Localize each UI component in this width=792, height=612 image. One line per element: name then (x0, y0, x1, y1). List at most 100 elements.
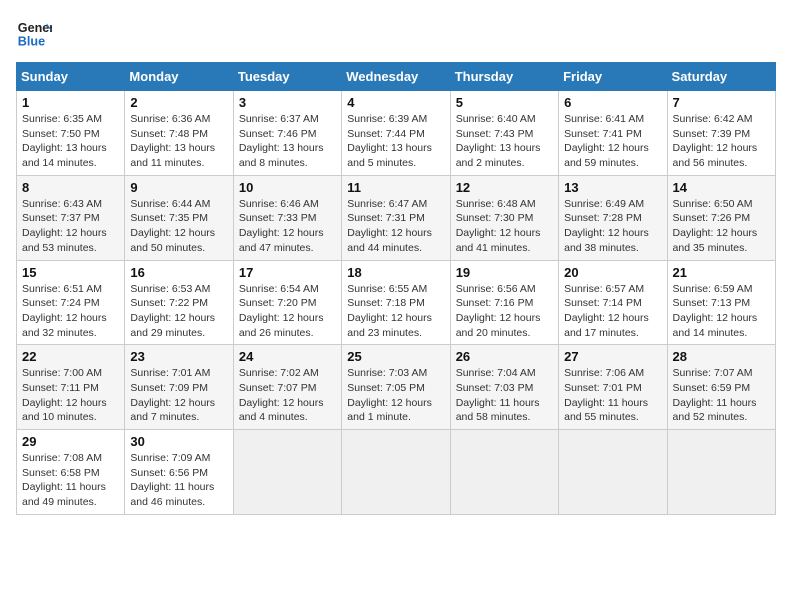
day-number: 17 (239, 265, 336, 280)
day-number: 12 (456, 180, 553, 195)
day-number: 6 (564, 95, 661, 110)
weekday-header-friday: Friday (559, 63, 667, 91)
day-info: Sunrise: 6:37 AM Sunset: 7:46 PM Dayligh… (239, 112, 336, 171)
weekday-header-tuesday: Tuesday (233, 63, 341, 91)
calendar-day: 1 Sunrise: 6:35 AM Sunset: 7:50 PM Dayli… (17, 91, 125, 176)
day-number: 13 (564, 180, 661, 195)
day-info: Sunrise: 6:50 AM Sunset: 7:26 PM Dayligh… (673, 197, 770, 256)
day-number: 21 (673, 265, 770, 280)
calendar-day: 5 Sunrise: 6:40 AM Sunset: 7:43 PM Dayli… (450, 91, 558, 176)
day-number: 3 (239, 95, 336, 110)
calendar-day: 29 Sunrise: 7:08 AM Sunset: 6:58 PM Dayl… (17, 430, 125, 515)
weekday-header-sunday: Sunday (17, 63, 125, 91)
day-number: 19 (456, 265, 553, 280)
weekday-header-saturday: Saturday (667, 63, 775, 91)
day-info: Sunrise: 6:40 AM Sunset: 7:43 PM Dayligh… (456, 112, 553, 171)
calendar-day: 2 Sunrise: 6:36 AM Sunset: 7:48 PM Dayli… (125, 91, 233, 176)
calendar-day: 27 Sunrise: 7:06 AM Sunset: 7:01 PM Dayl… (559, 345, 667, 430)
day-number: 7 (673, 95, 770, 110)
calendar-day: 3 Sunrise: 6:37 AM Sunset: 7:46 PM Dayli… (233, 91, 341, 176)
day-info: Sunrise: 7:03 AM Sunset: 7:05 PM Dayligh… (347, 366, 444, 425)
day-number: 26 (456, 349, 553, 364)
day-info: Sunrise: 6:51 AM Sunset: 7:24 PM Dayligh… (22, 282, 119, 341)
day-info: Sunrise: 7:04 AM Sunset: 7:03 PM Dayligh… (456, 366, 553, 425)
day-number: 1 (22, 95, 119, 110)
calendar-day: 6 Sunrise: 6:41 AM Sunset: 7:41 PM Dayli… (559, 91, 667, 176)
day-info: Sunrise: 6:41 AM Sunset: 7:41 PM Dayligh… (564, 112, 661, 171)
day-info: Sunrise: 6:48 AM Sunset: 7:30 PM Dayligh… (456, 197, 553, 256)
calendar-day: 14 Sunrise: 6:50 AM Sunset: 7:26 PM Dayl… (667, 175, 775, 260)
calendar-day: 23 Sunrise: 7:01 AM Sunset: 7:09 PM Dayl… (125, 345, 233, 430)
weekday-header-wednesday: Wednesday (342, 63, 450, 91)
calendar-day: 11 Sunrise: 6:47 AM Sunset: 7:31 PM Dayl… (342, 175, 450, 260)
day-number: 5 (456, 95, 553, 110)
page-header: General Blue (16, 16, 776, 52)
calendar-day: 17 Sunrise: 6:54 AM Sunset: 7:20 PM Dayl… (233, 260, 341, 345)
day-info: Sunrise: 7:06 AM Sunset: 7:01 PM Dayligh… (564, 366, 661, 425)
calendar-day: 25 Sunrise: 7:03 AM Sunset: 7:05 PM Dayl… (342, 345, 450, 430)
calendar-week-5: 29 Sunrise: 7:08 AM Sunset: 6:58 PM Dayl… (17, 430, 776, 515)
calendar-day: 9 Sunrise: 6:44 AM Sunset: 7:35 PM Dayli… (125, 175, 233, 260)
calendar-day (667, 430, 775, 515)
day-info: Sunrise: 6:49 AM Sunset: 7:28 PM Dayligh… (564, 197, 661, 256)
calendar-day: 10 Sunrise: 6:46 AM Sunset: 7:33 PM Dayl… (233, 175, 341, 260)
calendar-table: SundayMondayTuesdayWednesdayThursdayFrid… (16, 62, 776, 515)
calendar-day (233, 430, 341, 515)
day-info: Sunrise: 7:07 AM Sunset: 6:59 PM Dayligh… (673, 366, 770, 425)
day-info: Sunrise: 6:55 AM Sunset: 7:18 PM Dayligh… (347, 282, 444, 341)
day-number: 25 (347, 349, 444, 364)
day-number: 24 (239, 349, 336, 364)
day-info: Sunrise: 6:56 AM Sunset: 7:16 PM Dayligh… (456, 282, 553, 341)
day-number: 28 (673, 349, 770, 364)
day-number: 29 (22, 434, 119, 449)
calendar-week-3: 15 Sunrise: 6:51 AM Sunset: 7:24 PM Dayl… (17, 260, 776, 345)
day-number: 9 (130, 180, 227, 195)
calendar-day: 24 Sunrise: 7:02 AM Sunset: 7:07 PM Dayl… (233, 345, 341, 430)
day-info: Sunrise: 6:36 AM Sunset: 7:48 PM Dayligh… (130, 112, 227, 171)
calendar-day: 30 Sunrise: 7:09 AM Sunset: 6:56 PM Dayl… (125, 430, 233, 515)
day-info: Sunrise: 6:59 AM Sunset: 7:13 PM Dayligh… (673, 282, 770, 341)
calendar-week-1: 1 Sunrise: 6:35 AM Sunset: 7:50 PM Dayli… (17, 91, 776, 176)
day-info: Sunrise: 6:43 AM Sunset: 7:37 PM Dayligh… (22, 197, 119, 256)
weekday-header-monday: Monday (125, 63, 233, 91)
day-number: 16 (130, 265, 227, 280)
day-info: Sunrise: 6:54 AM Sunset: 7:20 PM Dayligh… (239, 282, 336, 341)
calendar-day: 8 Sunrise: 6:43 AM Sunset: 7:37 PM Dayli… (17, 175, 125, 260)
day-number: 2 (130, 95, 227, 110)
day-number: 20 (564, 265, 661, 280)
day-number: 30 (130, 434, 227, 449)
day-info: Sunrise: 6:57 AM Sunset: 7:14 PM Dayligh… (564, 282, 661, 341)
calendar-day: 20 Sunrise: 6:57 AM Sunset: 7:14 PM Dayl… (559, 260, 667, 345)
day-number: 11 (347, 180, 444, 195)
day-number: 10 (239, 180, 336, 195)
day-info: Sunrise: 6:39 AM Sunset: 7:44 PM Dayligh… (347, 112, 444, 171)
weekday-header-thursday: Thursday (450, 63, 558, 91)
day-info: Sunrise: 7:08 AM Sunset: 6:58 PM Dayligh… (22, 451, 119, 510)
day-number: 8 (22, 180, 119, 195)
calendar-week-2: 8 Sunrise: 6:43 AM Sunset: 7:37 PM Dayli… (17, 175, 776, 260)
svg-text:General: General (18, 21, 52, 35)
logo: General Blue (16, 16, 52, 52)
day-number: 4 (347, 95, 444, 110)
day-info: Sunrise: 7:02 AM Sunset: 7:07 PM Dayligh… (239, 366, 336, 425)
day-info: Sunrise: 6:47 AM Sunset: 7:31 PM Dayligh… (347, 197, 444, 256)
calendar-day: 28 Sunrise: 7:07 AM Sunset: 6:59 PM Dayl… (667, 345, 775, 430)
calendar-day: 12 Sunrise: 6:48 AM Sunset: 7:30 PM Dayl… (450, 175, 558, 260)
calendar-day: 22 Sunrise: 7:00 AM Sunset: 7:11 PM Dayl… (17, 345, 125, 430)
day-info: Sunrise: 6:46 AM Sunset: 7:33 PM Dayligh… (239, 197, 336, 256)
day-number: 23 (130, 349, 227, 364)
calendar-day: 4 Sunrise: 6:39 AM Sunset: 7:44 PM Dayli… (342, 91, 450, 176)
calendar-day: 18 Sunrise: 6:55 AM Sunset: 7:18 PM Dayl… (342, 260, 450, 345)
day-info: Sunrise: 7:01 AM Sunset: 7:09 PM Dayligh… (130, 366, 227, 425)
day-number: 27 (564, 349, 661, 364)
calendar-day (450, 430, 558, 515)
logo-icon: General Blue (16, 16, 52, 52)
day-number: 18 (347, 265, 444, 280)
calendar-day: 26 Sunrise: 7:04 AM Sunset: 7:03 PM Dayl… (450, 345, 558, 430)
calendar-day: 21 Sunrise: 6:59 AM Sunset: 7:13 PM Dayl… (667, 260, 775, 345)
calendar-day: 15 Sunrise: 6:51 AM Sunset: 7:24 PM Dayl… (17, 260, 125, 345)
day-info: Sunrise: 7:00 AM Sunset: 7:11 PM Dayligh… (22, 366, 119, 425)
calendar-day: 16 Sunrise: 6:53 AM Sunset: 7:22 PM Dayl… (125, 260, 233, 345)
calendar-day: 13 Sunrise: 6:49 AM Sunset: 7:28 PM Dayl… (559, 175, 667, 260)
calendar-day: 7 Sunrise: 6:42 AM Sunset: 7:39 PM Dayli… (667, 91, 775, 176)
